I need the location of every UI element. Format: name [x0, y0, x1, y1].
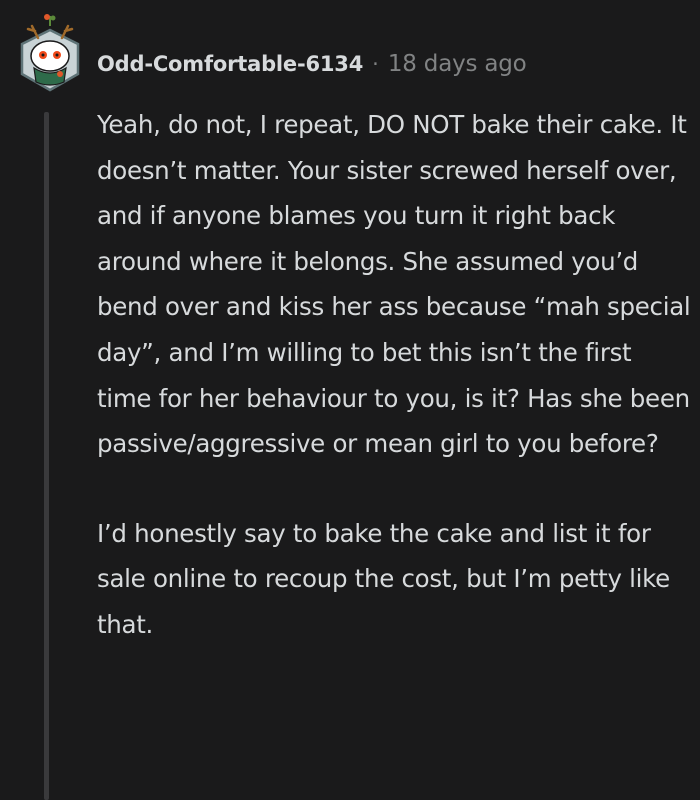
thread-collapse-line[interactable] — [44, 112, 49, 800]
comment-timestamp[interactable]: 18 days ago — [388, 51, 527, 77]
comment-body: Yeah, do not, I repeat, DO NOT bake thei… — [97, 102, 692, 648]
username-link[interactable]: Odd-Comfortable-6134 — [97, 52, 363, 76]
meta-separator: · — [372, 52, 379, 76]
comment: Odd-Comfortable-6134 · 18 days ago Yeah,… — [0, 0, 700, 800]
user-avatar[interactable] — [18, 12, 82, 92]
comment-paragraph: I’d honestly say to bake the cake and li… — [97, 518, 670, 639]
comment-paragraph: Yeah, do not, I repeat, DO NOT bake thei… — [97, 110, 691, 459]
snoo-avatar-icon — [20, 14, 80, 92]
comment-header: Odd-Comfortable-6134 · 18 days ago — [97, 44, 527, 84]
